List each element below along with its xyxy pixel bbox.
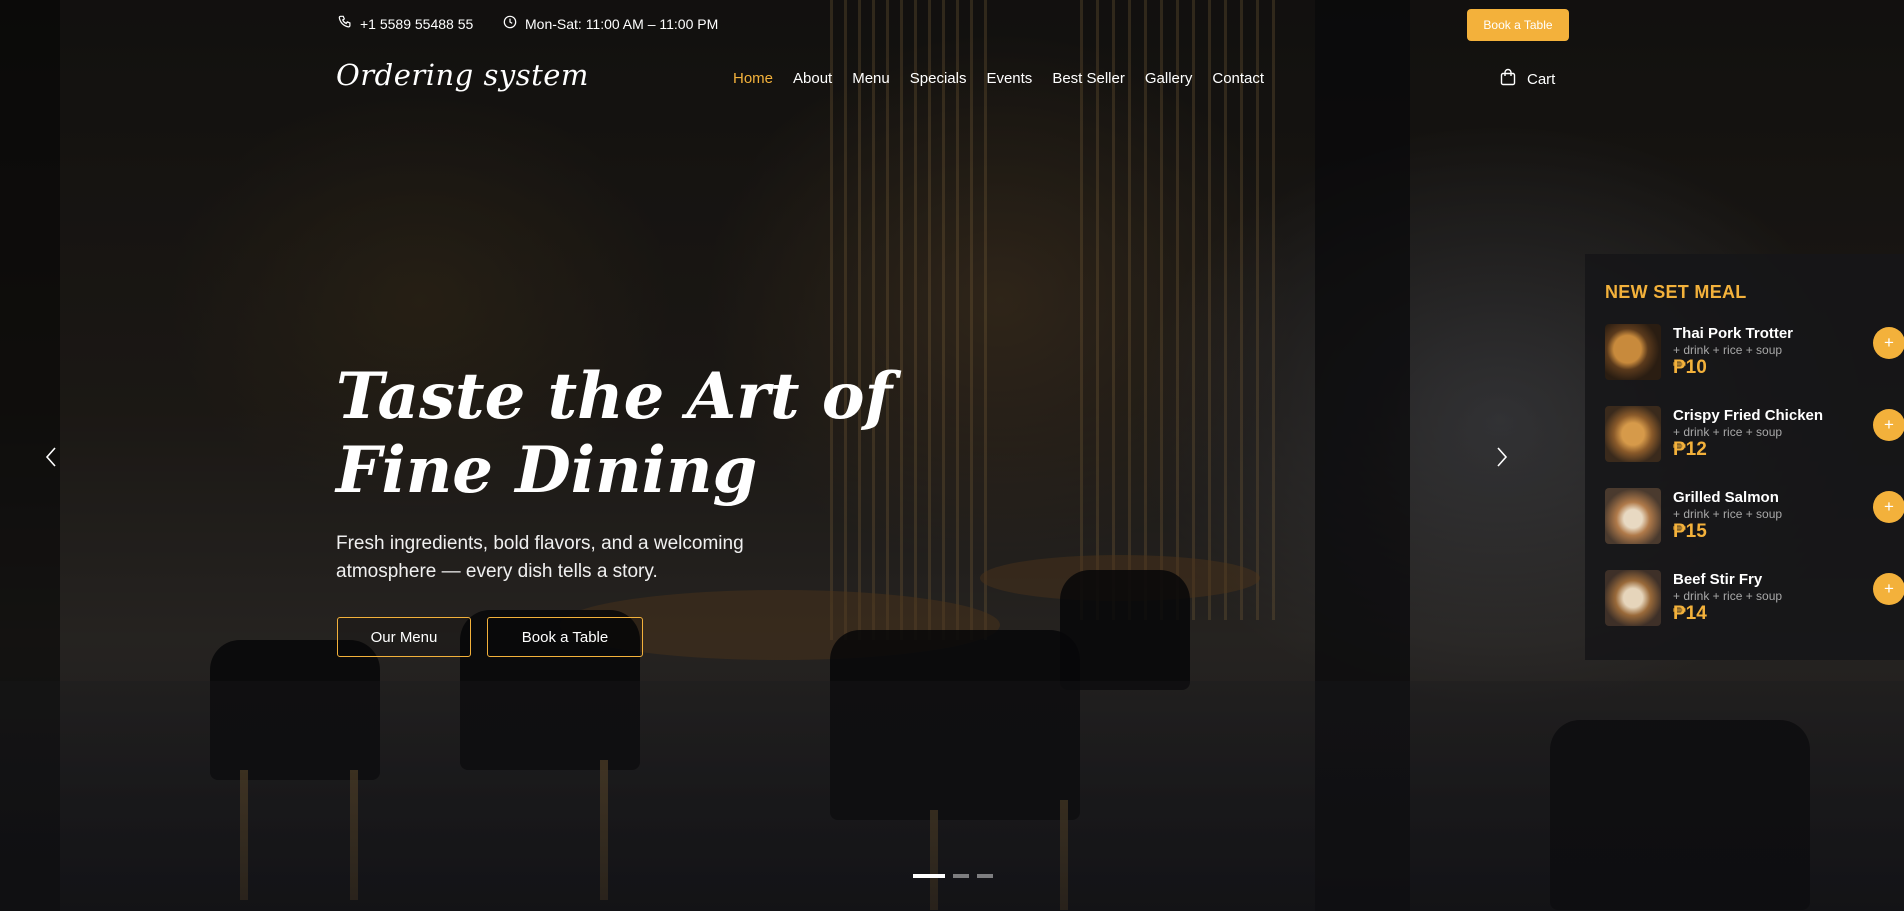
nav-home[interactable]: Home <box>733 70 783 87</box>
meal-item[interactable]: Beef Stir Fry + drink + rice + soup ₱14 … <box>1605 570 1904 630</box>
nav-best-seller[interactable]: Best Seller <box>1042 70 1135 87</box>
meal-description: + drink + rice + soup <box>1673 507 1783 521</box>
chevron-left-icon <box>40 447 64 475</box>
meal-item[interactable]: Grilled Salmon + drink + rice + soup ₱15… <box>1605 488 1904 548</box>
meal-price: ₱14 <box>1673 603 1707 624</box>
our-menu-button[interactable]: Our Menu <box>337 617 471 657</box>
add-to-cart-button[interactable]: + <box>1873 409 1904 441</box>
meal-item[interactable]: Crispy Fried Chicken + drink + rice + so… <box>1605 406 1904 466</box>
carousel-indicators <box>913 874 993 878</box>
meal-price: ₱12 <box>1673 439 1707 460</box>
meal-thumbnail <box>1605 488 1661 544</box>
nav-menu[interactable]: Menu <box>842 70 900 87</box>
phone-contact[interactable]: +1 5589 55488 55 <box>338 15 473 32</box>
main-nav: Home About Menu Specials Events Best Sel… <box>733 70 1274 87</box>
meal-price: ₱15 <box>1673 521 1707 542</box>
carousel-prev-button[interactable] <box>40 443 64 471</box>
hero-subtitle: Fresh ingredients, bold flavors, and a w… <box>336 533 744 582</box>
shopping-bag-icon <box>1499 68 1517 90</box>
meal-item[interactable]: Thai Pork Trotter + drink + rice + soup … <box>1605 324 1904 384</box>
opening-hours: Mon-Sat: 11:00 AM – 11:00 PM <box>503 15 718 32</box>
plus-icon: + <box>1884 415 1894 434</box>
meal-thumbnail <box>1605 406 1661 462</box>
clock-icon <box>503 15 517 32</box>
nav-events[interactable]: Events <box>976 70 1042 87</box>
add-to-cart-button[interactable]: + <box>1873 491 1904 523</box>
hero-title: Taste the Art of Fine Dining <box>336 359 893 508</box>
meal-description: + drink + rice + soup <box>1673 425 1783 439</box>
nav-specials[interactable]: Specials <box>900 70 977 87</box>
plus-icon: + <box>1884 579 1894 598</box>
chevron-right-icon <box>1489 447 1513 475</box>
plus-icon: + <box>1884 497 1894 516</box>
phone-icon <box>338 15 352 32</box>
meal-thumbnail <box>1605 324 1661 380</box>
carousel-dot-3[interactable] <box>977 874 993 878</box>
set-meal-title: NEW SET MEAL <box>1605 282 1747 302</box>
main-header: Ordering system Home About Menu Specials… <box>0 50 1904 110</box>
nav-gallery[interactable]: Gallery <box>1135 70 1203 87</box>
hours-text: Mon-Sat: 11:00 AM – 11:00 PM <box>525 15 719 32</box>
phone-number: +1 5589 55488 55 <box>360 15 474 32</box>
meal-thumbnail <box>1605 570 1661 626</box>
set-meal-panel: NEW SET MEAL Thai Pork Trotter + drink +… <box>1585 254 1904 660</box>
meal-name: Crispy Fried Chicken <box>1673 407 1824 424</box>
top-bar: +1 5589 55488 55 Mon-Sat: 11:00 AM – 11:… <box>0 0 1904 50</box>
carousel-next-button[interactable] <box>1489 443 1513 471</box>
meal-name: Grilled Salmon <box>1673 489 1779 506</box>
site-logo[interactable]: Ordering system <box>336 58 589 92</box>
book-table-hero-button[interactable]: Book a Table <box>487 617 643 657</box>
plus-icon: + <box>1884 333 1894 352</box>
add-to-cart-button[interactable]: + <box>1873 573 1904 605</box>
add-to-cart-button[interactable]: + <box>1873 327 1904 359</box>
nav-about[interactable]: About <box>783 70 842 87</box>
book-table-top-button[interactable]: Book a Table <box>1467 9 1569 41</box>
cart-label: Cart <box>1527 70 1556 88</box>
nav-contact[interactable]: Contact <box>1202 70 1274 87</box>
meal-name: Beef Stir Fry <box>1673 571 1763 588</box>
carousel-dot-1[interactable] <box>913 874 945 878</box>
carousel-dot-2[interactable] <box>953 874 969 878</box>
meal-price: ₱10 <box>1673 357 1707 378</box>
cart-button[interactable]: Cart <box>1499 68 1555 90</box>
meal-description: + drink + rice + soup <box>1673 343 1783 357</box>
meal-name: Thai Pork Trotter <box>1673 325 1794 342</box>
meal-description: + drink + rice + soup <box>1673 589 1783 603</box>
